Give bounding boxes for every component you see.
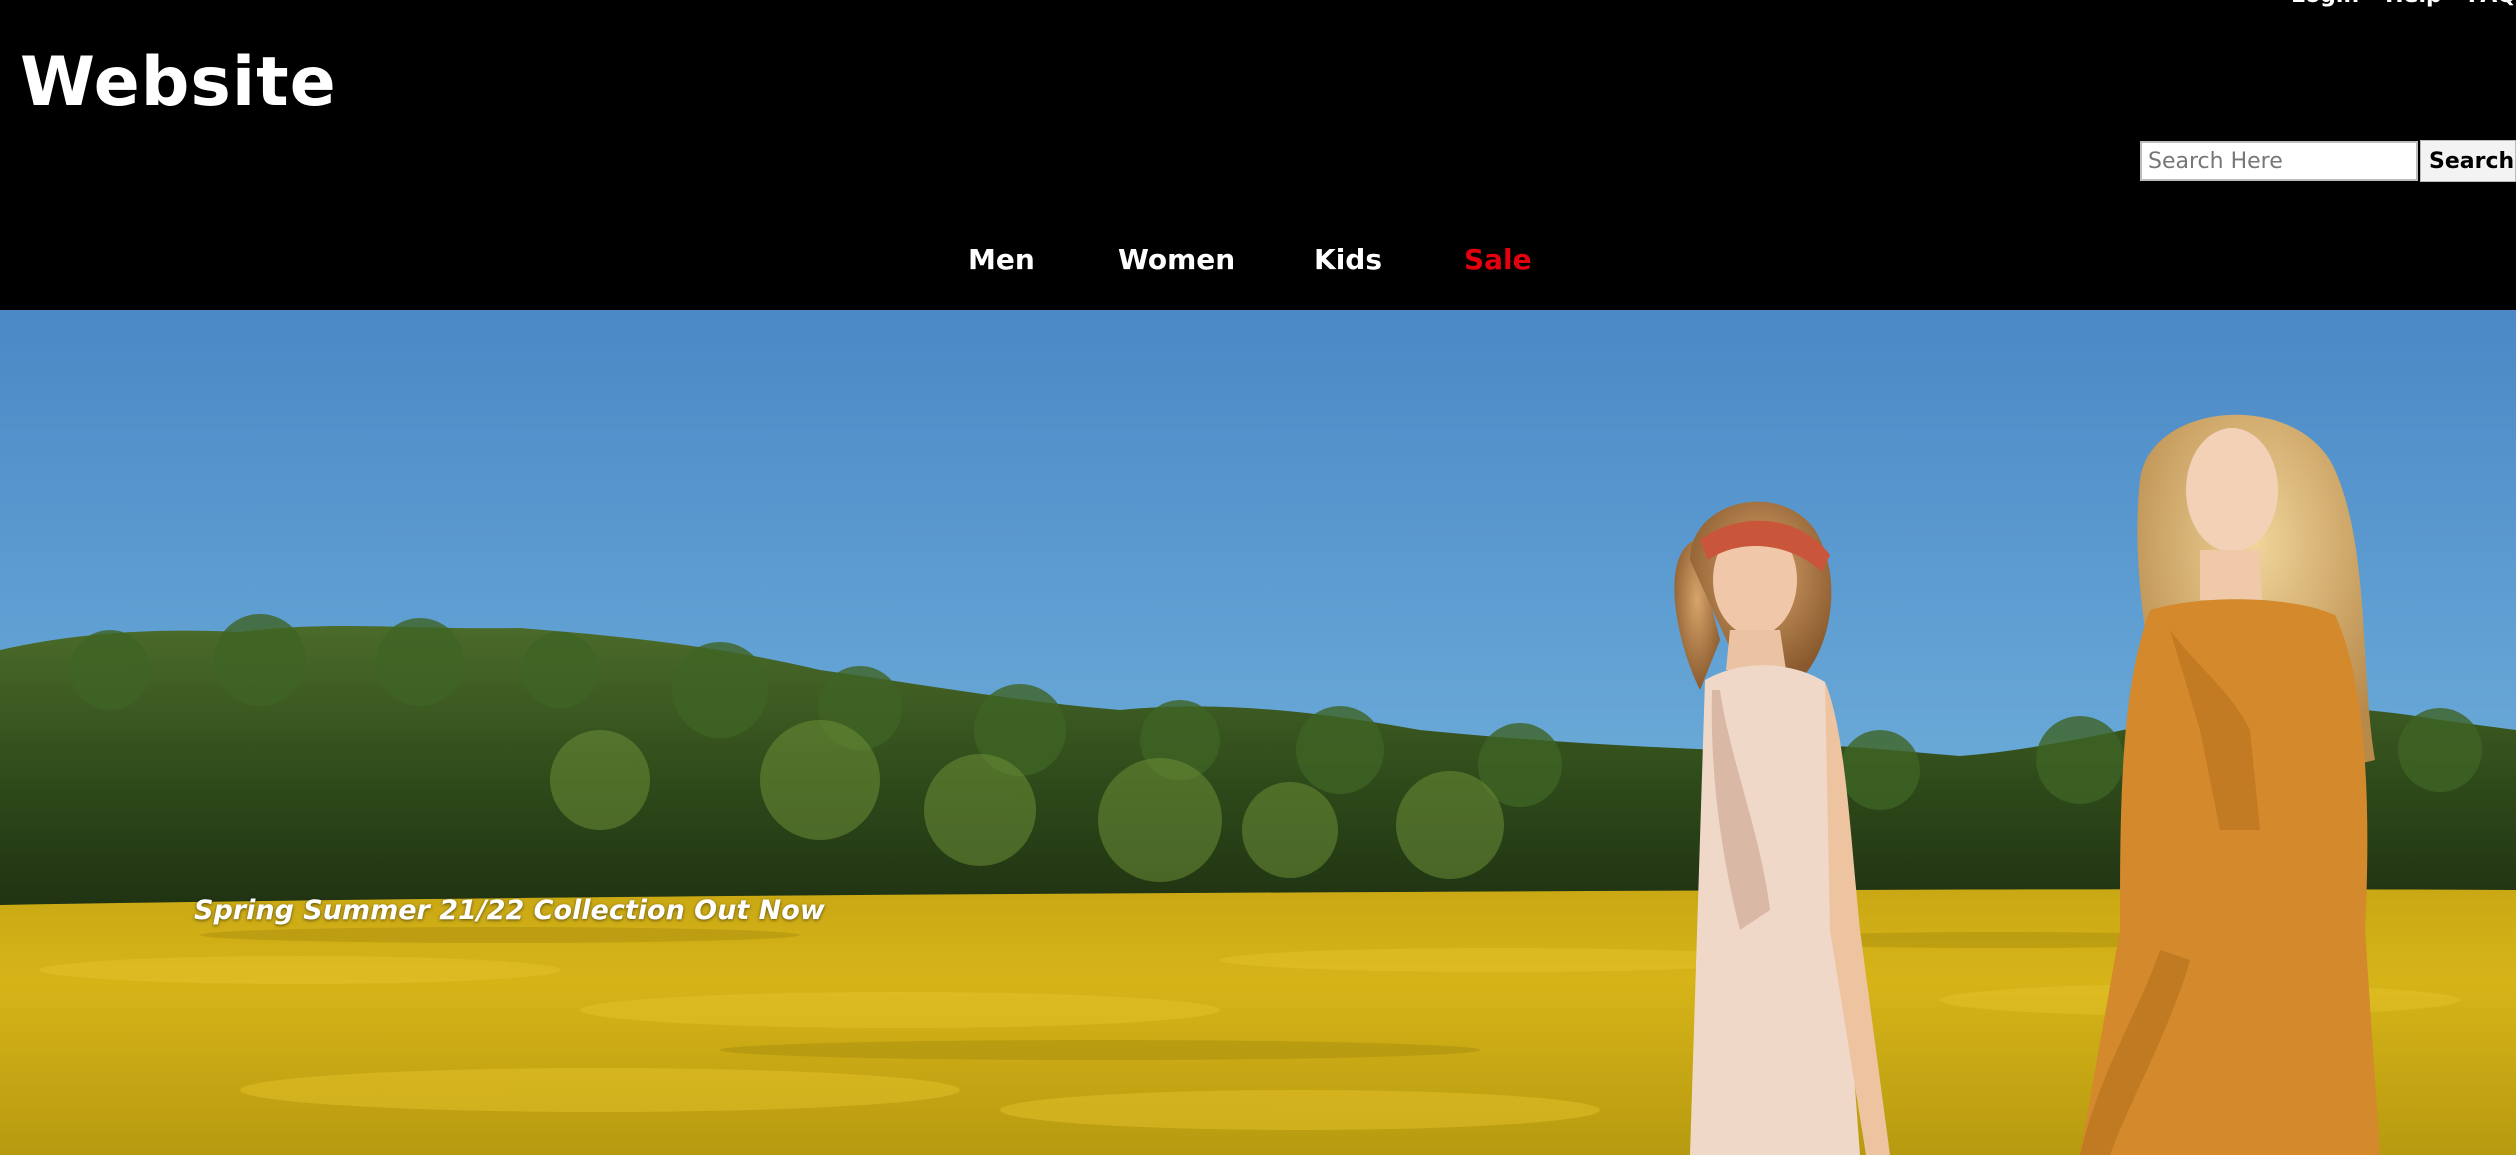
help-link[interactable]: Help — [2385, 0, 2442, 8]
search-button[interactable]: Search — [2420, 140, 2516, 182]
site-header: Login Help FAQ Website Search — [0, 0, 2516, 212]
hero-banner-image — [0, 310, 2516, 1155]
nav-item-men[interactable]: Men — [968, 242, 1035, 278]
nav-item-sale[interactable]: Sale — [1464, 242, 1532, 278]
hero-caption[interactable]: Spring Summer 21/22 Collection Out Now — [194, 894, 825, 928]
site-logo[interactable]: Website — [20, 38, 337, 128]
main-nav: Men Women Kids Sale — [0, 212, 2516, 310]
nav-item-women[interactable]: Women — [1118, 242, 1235, 278]
nav-item-kids[interactable]: Kids — [1314, 242, 1382, 278]
login-link[interactable]: Login — [2291, 0, 2359, 8]
page: Login Help FAQ Website Search Men Women … — [0, 0, 2516, 1155]
hero-banner[interactable]: Spring Summer 21/22 Collection Out Now — [0, 310, 2516, 1155]
search-box: Search — [2140, 140, 2516, 182]
top-links: Login Help FAQ — [2291, 0, 2516, 8]
faq-link[interactable]: FAQ — [2468, 0, 2516, 8]
search-input[interactable] — [2140, 141, 2418, 181]
